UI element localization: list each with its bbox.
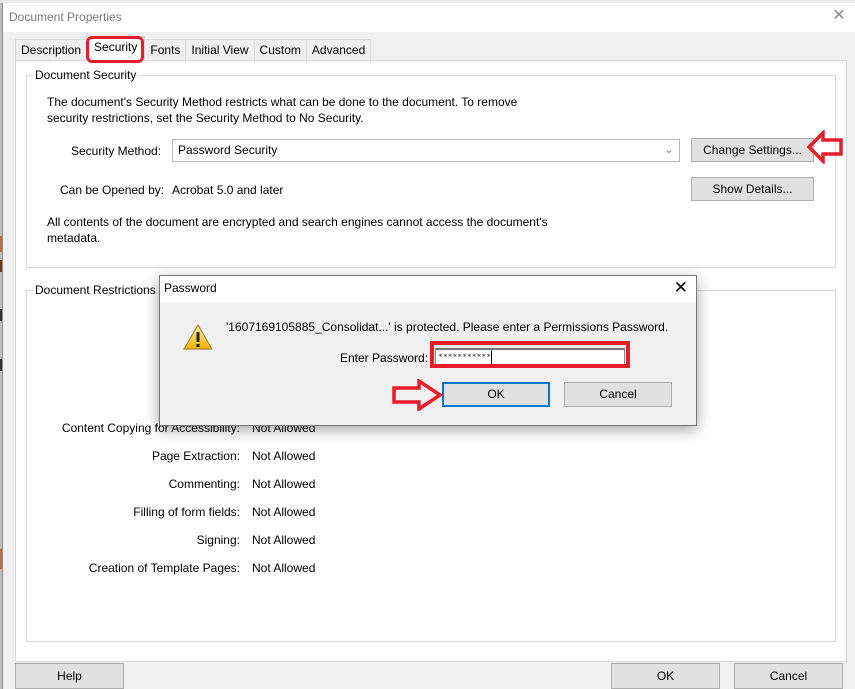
restriction-label: Page Extraction:: [151, 449, 240, 463]
password-ok-arrow-annotation: [392, 379, 443, 411]
tab-strip: Description Security Fonts Initial View …: [15, 36, 372, 61]
restriction-label: Commenting:: [168, 477, 240, 491]
ok-button[interactable]: OK: [611, 663, 720, 689]
password-cancel-button[interactable]: Cancel: [564, 382, 672, 407]
tab-custom[interactable]: Custom: [253, 39, 307, 61]
close-icon[interactable]: ✕: [674, 278, 688, 298]
show-details-button[interactable]: Show Details...: [691, 177, 814, 201]
document-security-group: Document Security The document's Securit…: [26, 68, 836, 268]
password-input-highlight-annotation: [430, 341, 630, 368]
encryption-note-line2: metadata.: [47, 231, 101, 245]
window-title: Document Properties: [9, 10, 122, 24]
can-be-opened-value: Acrobat 5.0 and later: [172, 183, 284, 197]
restriction-value: Not Allowed: [252, 449, 316, 463]
chevron-down-icon[interactable]: ⌄: [659, 140, 679, 161]
restriction-value: Not Allowed: [252, 561, 316, 575]
password-dialog-title: Password: [164, 281, 217, 295]
title-bar: Document Properties ✕: [3, 3, 855, 32]
password-ok-button[interactable]: OK: [442, 382, 550, 407]
restriction-label: Creation of Template Pages:: [88, 561, 240, 575]
tab-description[interactable]: Description: [15, 39, 88, 61]
help-button[interactable]: Help: [15, 663, 124, 689]
change-settings-button[interactable]: Change Settings...: [691, 138, 814, 162]
restriction-value: Not Allowed: [252, 505, 316, 519]
can-be-opened-label: Can be Opened by:: [60, 183, 165, 197]
security-method-value: Password Security: [178, 143, 278, 157]
document-restrictions-heading: Document Restrictions S: [33, 283, 170, 297]
restriction-value: Not Allowed: [252, 533, 316, 547]
tab-advanced[interactable]: Advanced: [305, 39, 372, 61]
document-security-heading: Document Security: [33, 68, 139, 82]
restriction-label: Filling of form fields:: [133, 505, 240, 519]
tab-fonts[interactable]: Fonts: [144, 39, 187, 61]
security-tab-highlight-annotation: [86, 36, 144, 63]
restriction-value: Not Allowed: [252, 477, 316, 491]
encryption-note-line1: All contents of the document are encrypt…: [47, 215, 548, 229]
password-dialog-message: '1607169105885_Consolidat...' is protect…: [226, 320, 669, 334]
change-settings-arrow-annotation: [806, 130, 843, 164]
tab-initial-view[interactable]: Initial View: [185, 39, 255, 61]
restriction-label: Signing:: [196, 533, 240, 547]
warning-icon: [183, 324, 213, 350]
security-description-line1: The document's Security Method restricts…: [47, 95, 518, 109]
security-method-select[interactable]: Password Security ⌄: [172, 139, 680, 162]
security-description-line2: security restrictions, set the Security …: [47, 111, 364, 125]
close-icon[interactable]: ✕: [831, 8, 847, 24]
password-dialog-title-bar: Password ✕: [160, 276, 696, 302]
enter-password-label: Enter Password:: [340, 351, 429, 365]
security-method-label: Security Method:: [71, 144, 162, 158]
cancel-button[interactable]: Cancel: [734, 663, 843, 689]
